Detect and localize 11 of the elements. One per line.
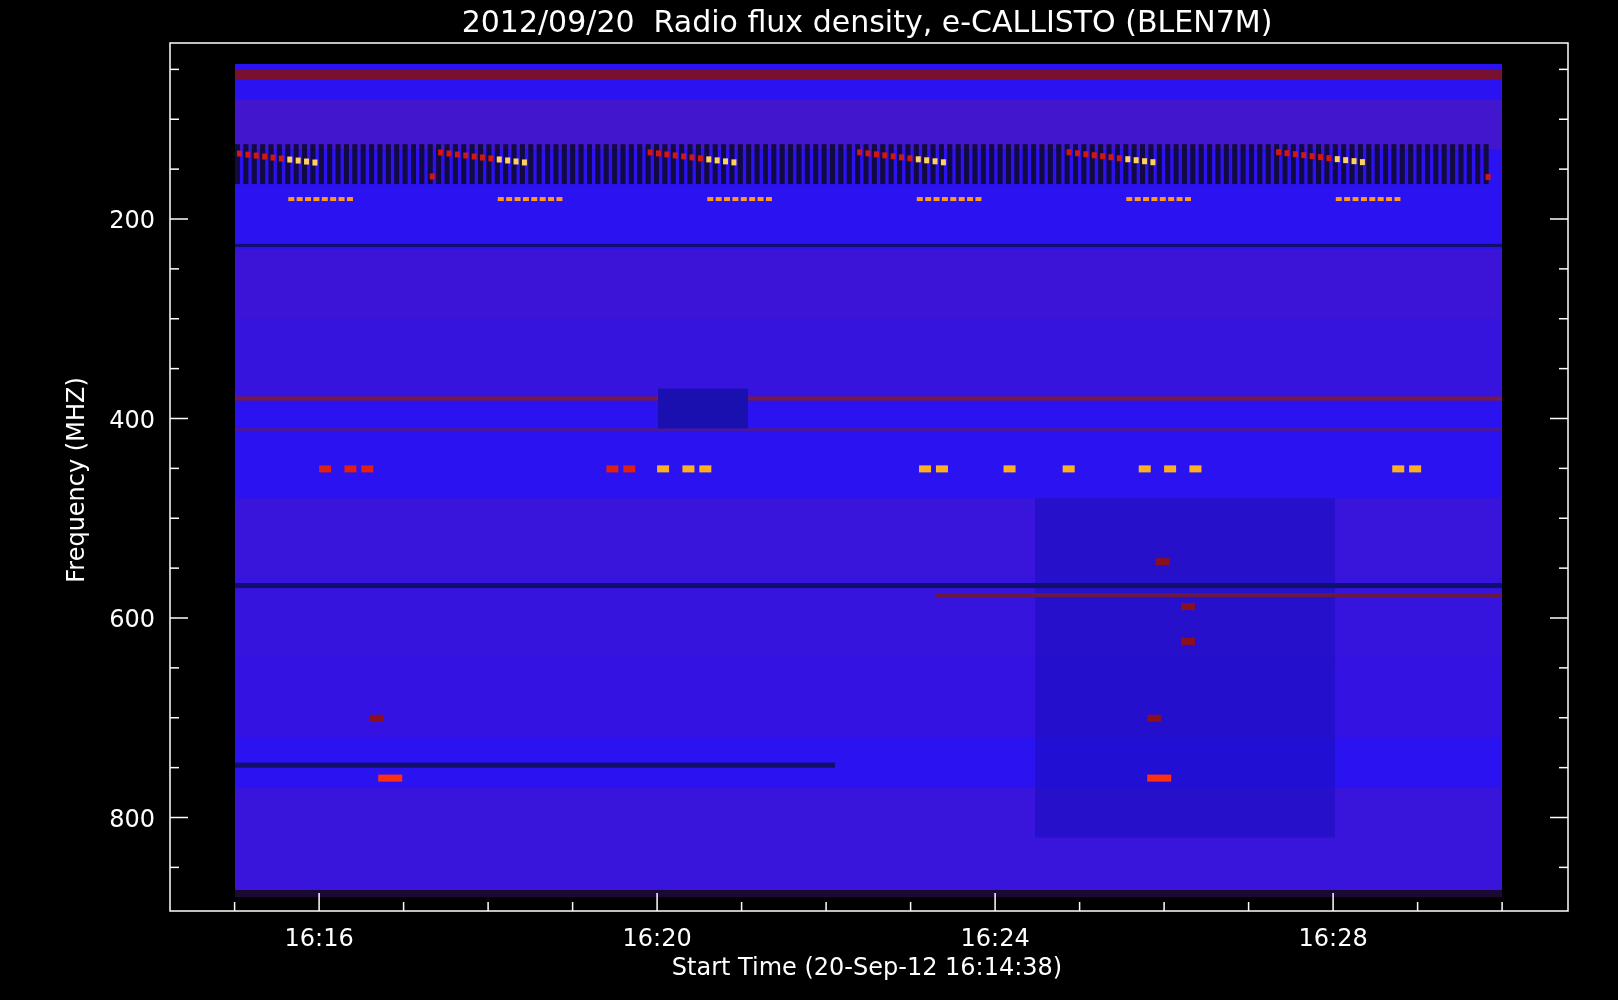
y-tick-label: 200: [109, 206, 155, 234]
y-tick-label: 600: [109, 605, 155, 633]
y-axis-label: Frequency (MHZ): [62, 377, 90, 583]
x-tick-label: 16:20: [622, 924, 692, 952]
x-tick-label: 16:28: [1298, 924, 1368, 952]
y-tick-label: 800: [109, 804, 155, 833]
x-axis-label: Start Time (20-Sep-12 16:14:38): [671, 953, 1063, 981]
chart-title: 2012/09/20 Radio flux density, e-CALLISTO (BLEN7M): [461, 4, 1273, 39]
x-tick-label: 16:24: [960, 924, 1030, 952]
x-tick-label: 16:16: [284, 924, 354, 952]
y-tick-label: 400: [109, 405, 155, 434]
